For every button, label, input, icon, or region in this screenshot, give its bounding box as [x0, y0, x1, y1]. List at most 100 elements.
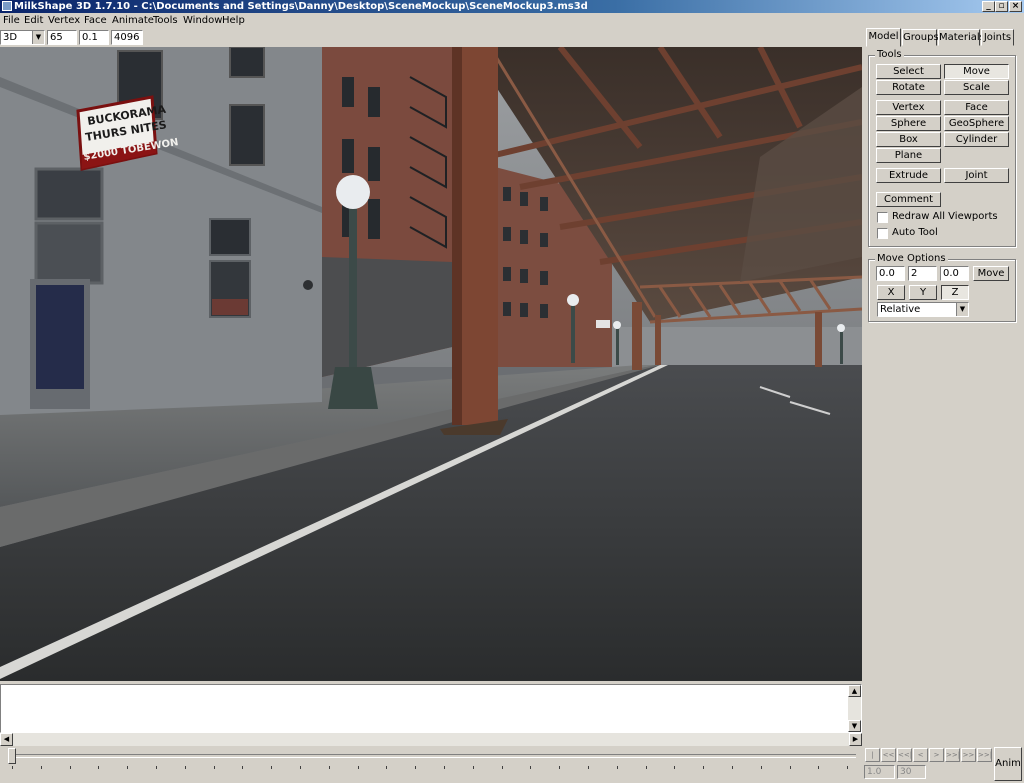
message-log[interactable]: ▲ ▼ [0, 684, 862, 733]
tab-groups[interactable]: Groups [902, 29, 939, 46]
move-apply-button[interactable]: Move [973, 266, 1009, 281]
face-button[interactable]: Face [944, 100, 1009, 115]
timeline-tick [40, 766, 42, 769]
menu-edit[interactable]: Edit [24, 14, 43, 28]
timeline-tick [127, 766, 129, 769]
timeline-tick [472, 766, 474, 769]
move-button[interactable]: Move [944, 64, 1009, 79]
comment-button[interactable]: Comment [876, 192, 941, 207]
timeline-tick [98, 766, 100, 769]
move-z-field[interactable]: 0.0 [940, 266, 969, 281]
timeline-tick [12, 766, 13, 769]
timeline-tick [703, 766, 705, 769]
end-frame-field[interactable]: 30 [897, 765, 926, 779]
scroll-down-icon[interactable]: ▼ [848, 720, 861, 732]
tools-label: Tools [875, 49, 904, 61]
chevron-down-icon[interactable]: ▼ [32, 31, 44, 44]
timeline-tick [242, 766, 244, 769]
redraw-all-label: Redraw All Viewports [892, 211, 998, 222]
select-button[interactable]: Select [876, 64, 941, 79]
far-clip-field[interactable]: 4096 [111, 30, 143, 45]
timeline-tick [588, 766, 589, 769]
prev-frame-icon[interactable]: < [913, 748, 928, 762]
tab-model[interactable]: Model [866, 28, 901, 47]
geosphere-button[interactable]: GeoSphere [944, 116, 1009, 131]
maximize-button[interactable]: ▫ [995, 1, 1008, 12]
cylinder-button[interactable]: Cylinder [944, 132, 1009, 147]
tab-joints[interactable]: Joints [981, 29, 1014, 46]
move-x-field[interactable]: 0.0 [876, 266, 905, 281]
menu-tools[interactable]: Tools [153, 14, 178, 28]
vertex-button[interactable]: Vertex [876, 100, 941, 115]
title-bar: MilkShape 3D 1.7.10 - C:\Documents and S… [0, 0, 1024, 13]
menu-file[interactable]: File [3, 14, 20, 28]
tab-materials[interactable]: Materials [938, 29, 985, 46]
timeline-tick [645, 766, 647, 769]
near-clip-field[interactable]: 0.1 [79, 30, 109, 45]
first-frame-icon[interactable]: |<< [865, 748, 880, 771]
redraw-all-checkbox[interactable] [877, 212, 888, 223]
menu-vertex[interactable]: Vertex [48, 14, 80, 28]
animation-timeline[interactable] [0, 746, 862, 783]
axis-y-button[interactable]: Y [909, 285, 937, 300]
scroll-right-icon[interactable]: ▶ [849, 733, 862, 746]
sphere-button[interactable]: Sphere [876, 116, 941, 131]
fov-field[interactable]: 65 [47, 30, 77, 45]
last-frame-icon[interactable]: >>| [977, 748, 992, 762]
extrude-button[interactable]: Extrude [876, 168, 941, 183]
timeline-tick [213, 766, 215, 769]
3d-viewport[interactable]: BUCKORAMA THURS NITES $2000 TOBEWON [0, 47, 862, 681]
joint-button[interactable]: Joint [944, 168, 1009, 183]
plane-button[interactable]: Plane [876, 148, 941, 163]
timeline-tick [674, 766, 676, 769]
move-mode-value: Relative [880, 304, 921, 315]
horizontal-scrollbar[interactable]: ◀ ▶ [0, 733, 862, 746]
timeline-tick [732, 766, 733, 769]
menu-help[interactable]: Help [222, 14, 245, 28]
timeline-tick [530, 766, 532, 769]
timeline-tick [415, 766, 417, 769]
auto-tool-checkbox[interactable] [877, 228, 888, 239]
log-scrollbar[interactable]: ▲ ▼ [848, 685, 861, 732]
menu-animate[interactable]: Animate [112, 14, 154, 28]
move-options-label: Move Options [875, 253, 948, 265]
auto-tool-label: Auto Tool [892, 227, 938, 238]
timeline-tick [847, 766, 849, 769]
rotate-button[interactable]: Rotate [876, 80, 941, 95]
box-button[interactable]: Box [876, 132, 941, 147]
fast-forward-icon[interactable]: >> [961, 748, 976, 762]
scene-render: BUCKORAMA THURS NITES $2000 TOBEWON [0, 47, 862, 681]
timeline-tick [156, 766, 157, 769]
timeline-track [8, 754, 856, 758]
axis-z-button[interactable]: Z [941, 285, 969, 300]
timeline-tick [559, 766, 561, 769]
timeline-tick [386, 766, 388, 769]
window-title: MilkShape 3D 1.7.10 - C:\Documents and S… [14, 1, 588, 12]
menu-window[interactable]: Window [183, 14, 222, 28]
scroll-left-icon[interactable]: ◀ [0, 733, 13, 746]
scale-button[interactable]: Scale [944, 80, 1009, 95]
app-icon [2, 1, 12, 11]
move-mode-select[interactable]: Relative ▼ [877, 302, 969, 317]
move-y-field[interactable]: 2 [908, 266, 937, 281]
view-mode-select[interactable]: 3D ▼ [0, 30, 45, 45]
menu-face[interactable]: Face [84, 14, 107, 28]
rewind-icon[interactable]: << [881, 748, 896, 762]
axis-x-button[interactable]: X [877, 285, 905, 300]
timeline-tick [69, 766, 71, 769]
scroll-up-icon[interactable]: ▲ [848, 685, 861, 697]
timeline-slider-thumb[interactable] [8, 748, 16, 764]
anim-button[interactable]: Anim [994, 747, 1022, 781]
start-frame-field[interactable]: 1.0 [864, 765, 895, 779]
chevron-down-icon[interactable]: ▼ [956, 303, 968, 316]
viewport-toolbar: 3D ▼ 65 0.1 4096 [0, 29, 865, 46]
next-key-icon[interactable]: >>| [945, 748, 960, 762]
prev-key-icon[interactable]: <<| [897, 748, 912, 762]
timeline-tick [271, 766, 273, 769]
model-panel: Model Groups Materials Joints Tools Sele… [865, 28, 1024, 745]
next-frame-icon[interactable]: > [929, 748, 944, 762]
close-button[interactable]: × [1009, 1, 1022, 12]
timeline-tick [760, 766, 762, 769]
minimize-button[interactable]: _ [982, 1, 995, 12]
playback-controls: |<< << <<| < > >>| >> >>| 1.0 30 Anim [864, 746, 1024, 783]
